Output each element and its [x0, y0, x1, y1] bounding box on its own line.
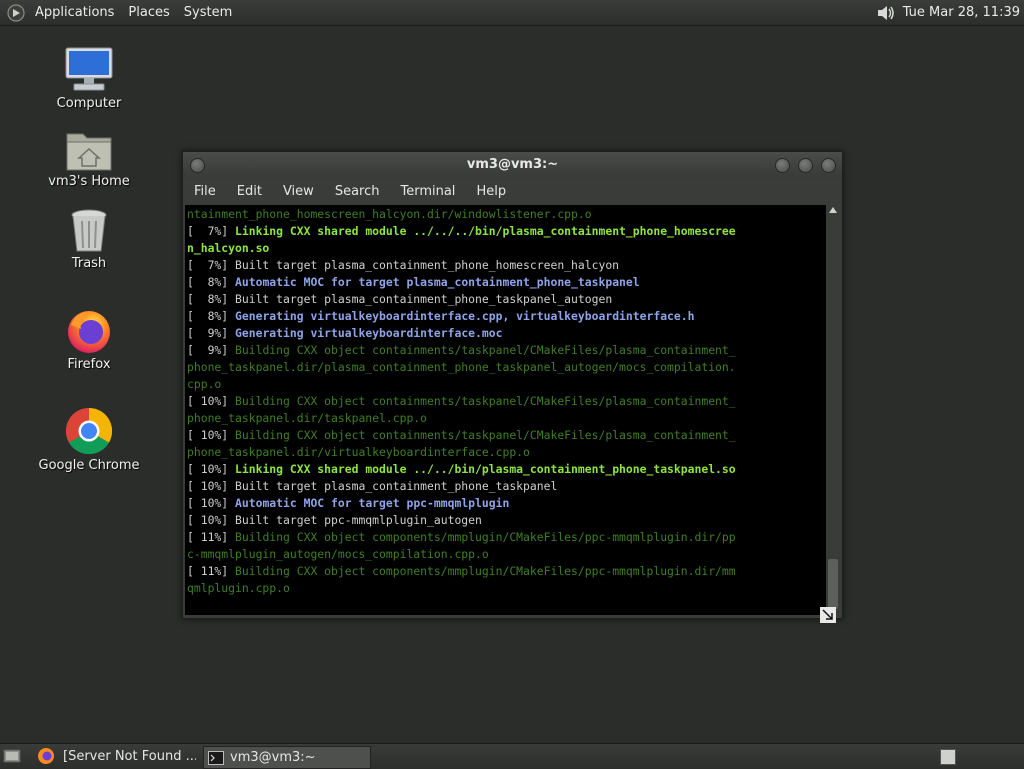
- terminal-line: c-mmqmlplugin_autogen/mocs_compilation.c…: [187, 547, 489, 561]
- terminal-line: [ 10%] Built target plasma_containment_p…: [187, 479, 558, 493]
- desktop-icon-label: Firefox: [67, 357, 111, 372]
- terminal-scrollbar[interactable]: [826, 205, 840, 615]
- terminal-line: [ 9%] Generating virtualkeyboardinterfac…: [187, 326, 503, 340]
- terminal-task-icon: [208, 750, 224, 765]
- terminal-line: cpp.o: [187, 377, 222, 391]
- trash-icon: [71, 209, 107, 252]
- chrome-icon: [65, 407, 113, 455]
- desktop-icon-label: Computer: [56, 96, 122, 111]
- terminal-line: ntainment_phone_homescreen_halcyon.dir/w…: [187, 207, 592, 221]
- terminal-line: [ 8%] Generating virtualkeyboardinterfac…: [187, 309, 695, 323]
- desktop-icon-label: vm3's Home: [48, 174, 130, 189]
- window-titlebar[interactable]: vm3@vm3:~: [183, 152, 842, 178]
- menu-help[interactable]: Help: [465, 184, 516, 199]
- scrollbar-thumb[interactable]: [828, 559, 838, 609]
- panel-tray: Tue Mar 28, 11:39: [875, 0, 1024, 25]
- resize-grip-icon[interactable]: [820, 607, 836, 623]
- task-label: [Server Not Found ...: [63, 749, 196, 764]
- terminal-line: [ 8%] Built target plasma_containment_ph…: [187, 292, 613, 306]
- desktop-icon-chrome[interactable]: Google Chrome: [34, 406, 144, 473]
- maximize-icon[interactable]: [798, 158, 813, 173]
- terminal-line: [ 7%] Built target plasma_containment_ph…: [187, 258, 620, 272]
- menu-search[interactable]: Search: [324, 184, 390, 199]
- menu-view[interactable]: View: [272, 184, 324, 199]
- terminal-menubar: File Edit View Search Terminal Help: [183, 178, 842, 204]
- terminal-line: phone_taskpanel.dir/taskpanel.cpp.o: [187, 411, 428, 425]
- terminal-output[interactable]: ntainment_phone_homescreen_halcyon.dir/w…: [185, 205, 826, 615]
- workspace-switcher-icon[interactable]: [940, 749, 956, 765]
- terminal-line: n_halcyon.so: [187, 241, 270, 255]
- terminal-line: [ 10%] Linking CXX shared module ../../b…: [187, 462, 736, 476]
- terminal-line: [ 11%] Building CXX object components/mm…: [187, 564, 736, 578]
- menu-system[interactable]: System: [177, 5, 239, 20]
- desktop-icon-computer[interactable]: Computer: [34, 46, 144, 111]
- show-desktop-icon[interactable]: [3, 748, 21, 764]
- menu-file[interactable]: File: [183, 184, 226, 199]
- desktop-icon-firefox[interactable]: Firefox: [34, 307, 144, 372]
- applications-logo-icon[interactable]: [7, 3, 25, 22]
- desktop-icon-label: Trash: [71, 256, 107, 271]
- terminal-line: [ 9%] Building CXX object containments/t…: [187, 343, 736, 357]
- terminal-line: phone_taskpanel.dir/virtualkeyboardinter…: [187, 445, 530, 459]
- terminal-line: [ 10%] Building CXX object containments/…: [187, 428, 736, 442]
- home-folder-icon: [66, 133, 112, 171]
- terminal-line: [ 8%] Automatic MOC for target plasma_co…: [187, 275, 640, 289]
- desktop-icon-trash[interactable]: Trash: [34, 208, 144, 271]
- menu-edit[interactable]: Edit: [226, 184, 272, 199]
- terminal-line: [ 7%] Linking CXX shared module ../../..…: [187, 224, 736, 238]
- close-icon[interactable]: [821, 158, 836, 173]
- window-title: vm3@vm3:~: [466, 157, 559, 172]
- menu-places[interactable]: Places: [121, 5, 176, 20]
- desktop-icon-home[interactable]: vm3's Home: [34, 128, 144, 189]
- top-panel: Applications Places System Tue Mar 28, 1…: [0, 0, 1024, 26]
- bottom-panel: [Server Not Found ... vm3@vm3:~: [0, 743, 1024, 769]
- terminal-line: [ 10%] Building CXX object containments/…: [187, 394, 736, 408]
- task-firefox[interactable]: [Server Not Found ...: [60, 746, 196, 767]
- menu-terminal[interactable]: Terminal: [389, 184, 465, 199]
- terminal-line: [ 10%] Built target ppc-mmqmlplugin_auto…: [187, 513, 482, 527]
- task-label: vm3@vm3:~: [230, 750, 316, 765]
- menu-applications[interactable]: Applications: [28, 5, 121, 20]
- task-terminal[interactable]: vm3@vm3:~: [203, 746, 371, 769]
- computer-icon: [65, 47, 113, 91]
- terminal-lines: ntainment_phone_homescreen_halcyon.dir/w…: [185, 205, 826, 597]
- terminal-line: [ 10%] Automatic MOC for target ppc-mmqm…: [187, 496, 510, 510]
- panel-menus: Applications Places System: [0, 0, 239, 25]
- terminal-line: phone_taskpanel.dir/plasma_containment_p…: [187, 360, 736, 374]
- firefox-icon: [68, 311, 110, 353]
- terminal-line: [ 11%] Building CXX object components/mm…: [187, 530, 736, 544]
- terminal-line: qmlplugin.cpp.o: [187, 581, 290, 595]
- terminal-window: vm3@vm3:~ File Edit View Search Terminal…: [182, 151, 843, 623]
- clock[interactable]: Tue Mar 28, 11:39: [897, 5, 1024, 20]
- minimize-icon[interactable]: [775, 158, 790, 173]
- scroll-up-arrow-icon[interactable]: [829, 207, 837, 213]
- desktop-icon-label: Google Chrome: [38, 458, 140, 473]
- volume-icon[interactable]: [875, 2, 897, 24]
- firefox-task-icon: [38, 748, 54, 764]
